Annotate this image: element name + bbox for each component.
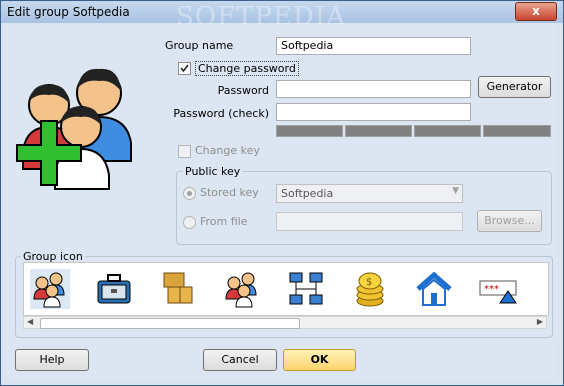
icon-list-scrollbar[interactable]: ◀ ▶ [23, 316, 547, 329]
users-group-icon[interactable] [222, 269, 262, 309]
stored-key-radio[interactable] [183, 187, 196, 200]
boxes-icon[interactable] [158, 269, 198, 309]
public-key-title: Public key [183, 165, 243, 178]
change-key-label: Change key [195, 144, 260, 157]
public-key-group [176, 171, 552, 245]
icon-list[interactable]: $ *** [23, 262, 549, 316]
password-input[interactable] [276, 80, 471, 98]
from-file-radio[interactable] [183, 216, 196, 229]
help-button[interactable]: Help [15, 349, 89, 371]
dialog-window: Edit group Softpedia SOFTPEDIA x Group n… [0, 0, 564, 386]
stored-key-select[interactable]: Softpedia ▼ [276, 184, 463, 203]
svg-text:***: *** [484, 284, 499, 295]
stored-key-label: Stored key [200, 186, 259, 199]
password-check-input[interactable] [276, 103, 471, 121]
from-file-input[interactable] [276, 212, 463, 231]
home-icon[interactable] [414, 269, 454, 309]
cancel-button[interactable]: Cancel [203, 349, 277, 371]
browse-button[interactable]: Browse... [477, 210, 542, 232]
change-key-checkbox[interactable] [178, 145, 191, 158]
scroll-right-icon[interactable]: ▶ [537, 317, 543, 326]
group-name-input[interactable]: Softpedia [276, 37, 471, 55]
password-check-label: Password (check) [173, 107, 269, 120]
toolbox-icon[interactable] [94, 269, 134, 309]
strength-segment [414, 125, 481, 137]
from-file-label: From file [200, 215, 248, 228]
change-password-checkbox[interactable] [178, 62, 191, 75]
strength-segment [483, 125, 551, 137]
password-icon[interactable]: *** [478, 269, 518, 309]
strength-segment [276, 125, 343, 137]
scroll-thumb[interactable] [40, 318, 300, 329]
dialog-body: Group name Softpedia Change password Pas… [5, 24, 558, 380]
users-group-add-icon [16, 68, 132, 190]
scroll-left-icon[interactable]: ◀ [27, 317, 33, 326]
strength-segment [345, 125, 412, 137]
ok-button[interactable]: OK [283, 349, 356, 371]
generator-button[interactable]: Generator [478, 76, 551, 98]
stored-key-value: Softpedia [281, 187, 334, 200]
close-button[interactable]: x [515, 2, 557, 21]
check-icon [180, 64, 189, 73]
chevron-down-icon: ▼ [452, 186, 459, 196]
password-label: Password [217, 84, 269, 97]
window-title: Edit group Softpedia [7, 5, 130, 19]
coins-icon[interactable]: $ [350, 269, 390, 309]
svg-text:$: $ [366, 277, 372, 288]
change-password-label[interactable]: Change password [195, 61, 299, 76]
users-group-add-icon[interactable] [30, 269, 70, 309]
network-icon[interactable] [286, 269, 326, 309]
title-bar[interactable]: Edit group Softpedia SOFTPEDIA x [1, 1, 563, 32]
group-name-label: Group name [165, 39, 234, 52]
